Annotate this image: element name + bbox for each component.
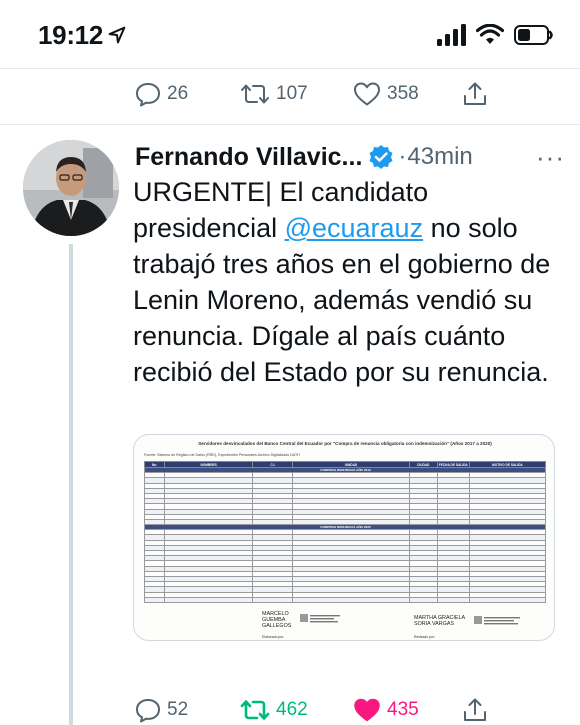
like-count: 358 xyxy=(387,83,419,104)
attached-image[interactable]: Servidores desvinculados del Banco Centr… xyxy=(133,434,555,641)
mention-link[interactable]: @ecuarauz xyxy=(285,213,423,243)
document-table: No. NOMBRES C.I. UNIDAD CIUDAD FECHA DE SALID… xyxy=(143,461,547,603)
document-table-cell xyxy=(252,596,294,603)
reply-button[interactable]: 26 xyxy=(135,74,188,114)
share-button[interactable] xyxy=(462,690,488,725)
tweet[interactable]: Fernando Villavic... · 43min ··· URGENTE… xyxy=(0,126,580,725)
battery-icon xyxy=(514,25,553,45)
retweet-count: 462 xyxy=(276,699,308,720)
reply-icon xyxy=(136,83,160,107)
reply-count: 52 xyxy=(167,699,189,720)
document-table-cell xyxy=(468,596,547,603)
signature-notes-left xyxy=(262,640,342,641)
retweet-count: 107 xyxy=(276,83,308,104)
wifi-icon xyxy=(476,24,504,44)
document-table-cell xyxy=(292,596,410,603)
like-button[interactable]: 358 xyxy=(353,74,419,114)
like-count: 435 xyxy=(387,699,419,720)
status-icons xyxy=(436,22,554,48)
signature-stamp-right xyxy=(474,616,520,625)
separator-dot: · xyxy=(398,143,407,170)
top-divider xyxy=(0,68,580,69)
author-name[interactable]: Fernando Villavic... xyxy=(135,143,362,172)
previous-tweet-actions: 26 107 358 xyxy=(0,74,580,114)
avatar[interactable] xyxy=(23,140,119,236)
signal-icon xyxy=(437,24,466,46)
share-icon xyxy=(464,82,486,105)
tweet-time[interactable]: 43min xyxy=(407,143,472,171)
thread-line xyxy=(69,244,73,725)
reviewed-by: Revisado por: xyxy=(414,635,435,639)
document-table-cell xyxy=(164,596,254,603)
reply-icon xyxy=(136,699,160,723)
document-table-cell xyxy=(436,596,470,603)
document-source: Fuente: Sistema de Registro de Datos (RR… xyxy=(144,453,300,457)
reply-count: 26 xyxy=(167,83,189,104)
signature-notes-right xyxy=(414,640,494,641)
document-page: Servidores desvinculados del Banco Centr… xyxy=(143,441,547,639)
tweet-text: URGENTE| El candidato presidencial @ecua… xyxy=(133,174,573,390)
document-title: Servidores desvinculados del Banco Centr… xyxy=(198,441,492,446)
status-time: 19:12 xyxy=(38,20,103,50)
document-table-cell xyxy=(408,596,438,603)
signature-stamp-left xyxy=(300,614,340,623)
share-icon xyxy=(464,698,486,721)
tweet-actions: 52 462 435 xyxy=(0,690,580,725)
reply-button[interactable]: 52 xyxy=(135,690,188,725)
like-button[interactable]: 435 xyxy=(353,690,419,725)
document-table-row xyxy=(143,596,547,603)
signature-left: MARCELO GUEMBA GALLEGOS xyxy=(262,611,292,629)
heart-filled-icon xyxy=(354,698,380,722)
share-button[interactable] xyxy=(462,74,488,114)
prepared-by: Elaborado por: xyxy=(262,635,285,639)
avatar-photo xyxy=(23,140,119,236)
status-bar: 19:12 xyxy=(0,0,580,70)
document-table-body: COMPRAS RENUNCIAS AÑO 2019 COMPRAS RENUNC… xyxy=(143,466,547,603)
document-table-cell xyxy=(143,596,166,603)
heart-icon xyxy=(354,82,380,106)
retweet-button[interactable]: 107 xyxy=(240,74,308,114)
more-options-button[interactable]: ··· xyxy=(536,142,565,173)
tweet-header: Fernando Villavic... · 43min ··· xyxy=(135,140,565,174)
signature-right: MARTHA GRACIELA SORIA VARGAS xyxy=(414,615,465,627)
location-arrow-icon xyxy=(108,26,126,44)
retweet-icon xyxy=(240,700,270,720)
verified-badge-icon xyxy=(369,145,393,169)
document-signatures: MARCELO GUEMBA GALLEGOS Elaborado por: M… xyxy=(144,605,546,641)
retweet-icon xyxy=(241,84,269,104)
tweet-divider xyxy=(0,124,580,125)
retweet-button[interactable]: 462 xyxy=(240,690,308,725)
